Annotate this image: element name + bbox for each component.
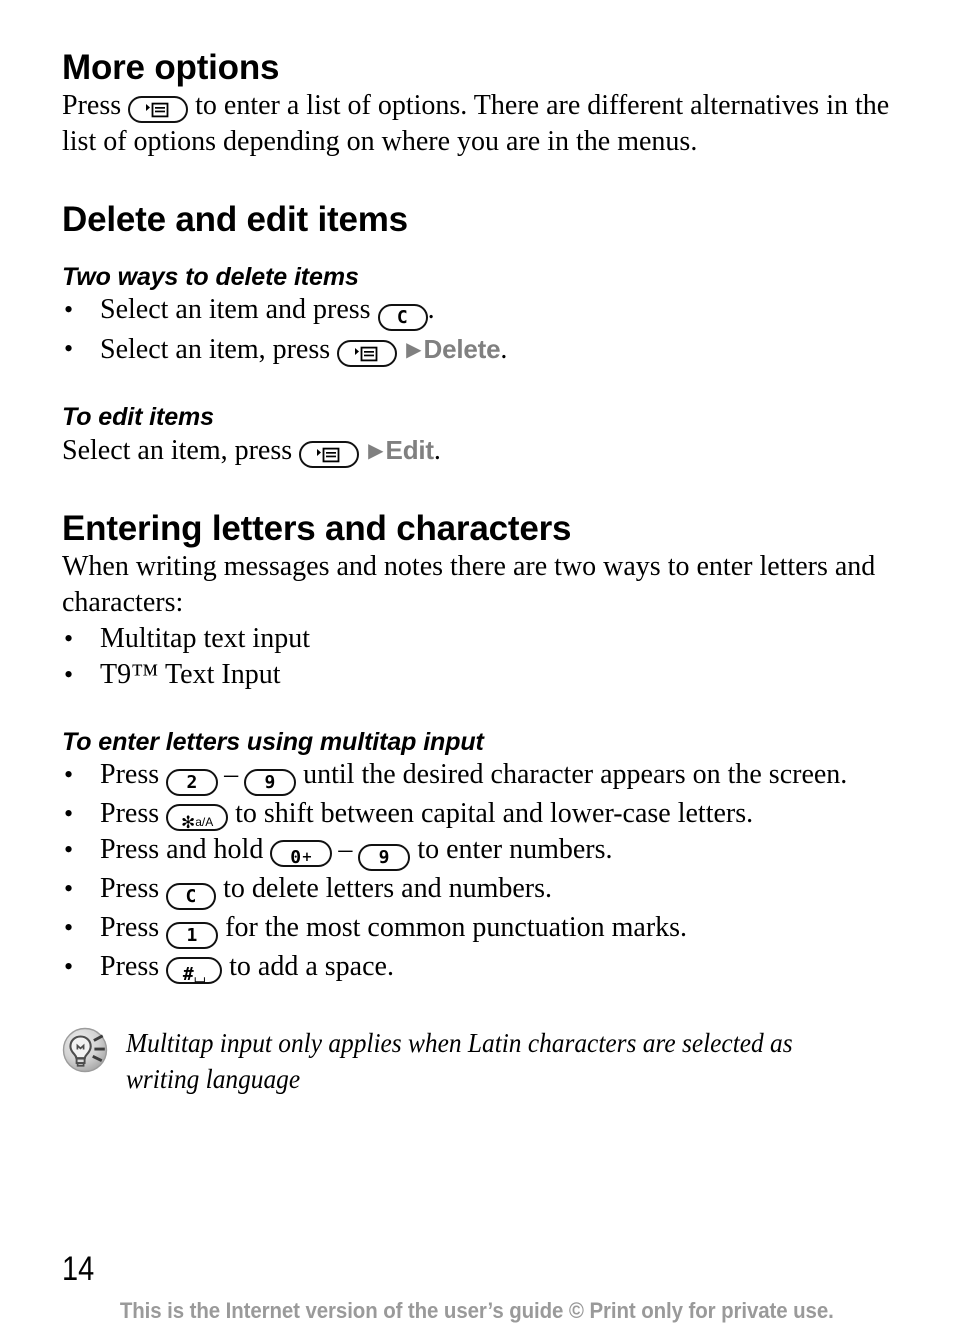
paragraph-more-options: Press to enter a list of options. There … <box>62 88 892 160</box>
step-text-after: to shift between capital and lower-case … <box>235 798 754 829</box>
lightbulb-tip-icon <box>62 1027 108 1073</box>
step-text-before: Press <box>100 912 160 943</box>
step-text-after: to enter numbers. <box>417 834 613 865</box>
list-two-ways-to-delete: Select an item and press C. Select an it… <box>62 292 892 368</box>
step-text-before: Press <box>100 951 160 982</box>
plus-glyph: + <box>301 850 313 865</box>
key-9-icon: 9 <box>358 844 411 871</box>
list-item: T9™ Text Input <box>62 657 892 693</box>
asterisk-glyph: ✻ <box>180 813 196 833</box>
options-key-icon <box>128 96 189 123</box>
options-key-icon <box>337 340 398 367</box>
tip-note: Multitap input only applies when Latin c… <box>62 1025 892 1097</box>
list-item: Select an item and press C. <box>62 292 892 331</box>
document-page: More options Press to enter a list of op… <box>0 0 954 1335</box>
space-glyph: ⌴ <box>194 970 206 986</box>
options-key-icon <box>299 441 360 468</box>
paragraph-entering-letters-intro: When writing messages and notes there ar… <box>62 551 876 618</box>
list-item: Multitap text input <box>62 621 892 657</box>
heading-more-options: More options <box>62 48 280 87</box>
subheading-two-ways-to-delete-items: Two ways to delete items <box>62 263 359 291</box>
step-text-before: Press <box>100 759 160 790</box>
menu-keyword-delete: Delete <box>423 334 501 364</box>
more-options-text-before: Press <box>62 90 122 121</box>
step-text-before: Press <box>100 798 160 829</box>
page-content: More options Press to enter a list of op… <box>62 48 892 1097</box>
step-text-after: until the desired character appears on t… <box>303 759 848 790</box>
step-text-before: Press <box>100 873 160 904</box>
heading-entering-letters-and-characters: Entering letters and characters <box>62 509 572 548</box>
bullet-text-after: . <box>427 294 435 325</box>
clear-key-icon: C <box>377 304 428 331</box>
list-item: Press 1 for the most common punctuation … <box>62 910 892 949</box>
key-star-shift-icon: ✻a/A <box>166 804 229 833</box>
step-text-after: for the most common punctuation marks. <box>225 912 688 943</box>
step-text-after: to add a space. <box>229 951 394 982</box>
paragraph-to-edit-items: Select an item, press ▶Edit. <box>62 432 892 469</box>
zero-glyph: 0 <box>290 847 302 868</box>
list-item: Press C to delete letters and numbers. <box>62 871 892 910</box>
list-item: Press ✻a/A to shift between capital and … <box>62 796 892 833</box>
page-number: 14 <box>62 1250 95 1288</box>
list-input-methods: Multitap text input T9™ Text Input <box>62 621 892 693</box>
list-item: Press #⌴ to add a space. <box>62 949 892 986</box>
key-9-icon: 9 <box>244 769 297 796</box>
heading-delete-and-edit-items: Delete and edit items <box>62 200 408 239</box>
key-0-plus-icon: 0+ <box>270 840 333 868</box>
menu-keyword-edit: Edit <box>385 435 435 465</box>
footer-disclaimer: This is the Internet version of the user… <box>0 1298 954 1324</box>
step-text-after: to delete letters and numbers. <box>223 873 553 904</box>
key-2-icon: 2 <box>166 769 219 796</box>
edit-text-before: Select an item, press <box>62 435 293 466</box>
key-range-dash: – <box>338 834 353 865</box>
menu-path-arrow-icon: ▶ <box>368 438 384 462</box>
list-item: Press 2–9 until the desired character ap… <box>62 757 892 796</box>
key-range-dash: – <box>224 759 239 790</box>
bullet-text-before: Select an item and press <box>100 294 371 325</box>
list-item: Press and hold 0+–9 to enter numbers. <box>62 832 892 871</box>
menu-path-arrow-icon: ▶ <box>406 337 422 361</box>
subheading-to-enter-letters-using-multitap: To enter letters using multitap input <box>62 728 484 756</box>
edit-text-after: . <box>433 435 441 466</box>
key-1-icon: 1 <box>166 922 219 949</box>
bullet-text-before: Select an item, press <box>100 334 331 365</box>
hash-glyph: # <box>182 964 195 985</box>
case-toggle-label: a/A <box>195 815 214 829</box>
list-multitap-steps: Press 2–9 until the desired character ap… <box>62 757 892 986</box>
tip-note-text: Multitap input only applies when Latin c… <box>126 1028 793 1094</box>
step-text-before: Press and hold <box>100 834 264 865</box>
bullet-text-after: . <box>500 334 508 365</box>
footer-disclaimer-text: This is the Internet version of the user… <box>120 1298 834 1323</box>
list-item: Select an item, press ▶Delete. <box>62 331 892 368</box>
key-hash-space-icon: #⌴ <box>166 957 223 986</box>
clear-key-icon: C <box>166 883 217 910</box>
subheading-to-edit-items: To edit items <box>62 403 214 431</box>
